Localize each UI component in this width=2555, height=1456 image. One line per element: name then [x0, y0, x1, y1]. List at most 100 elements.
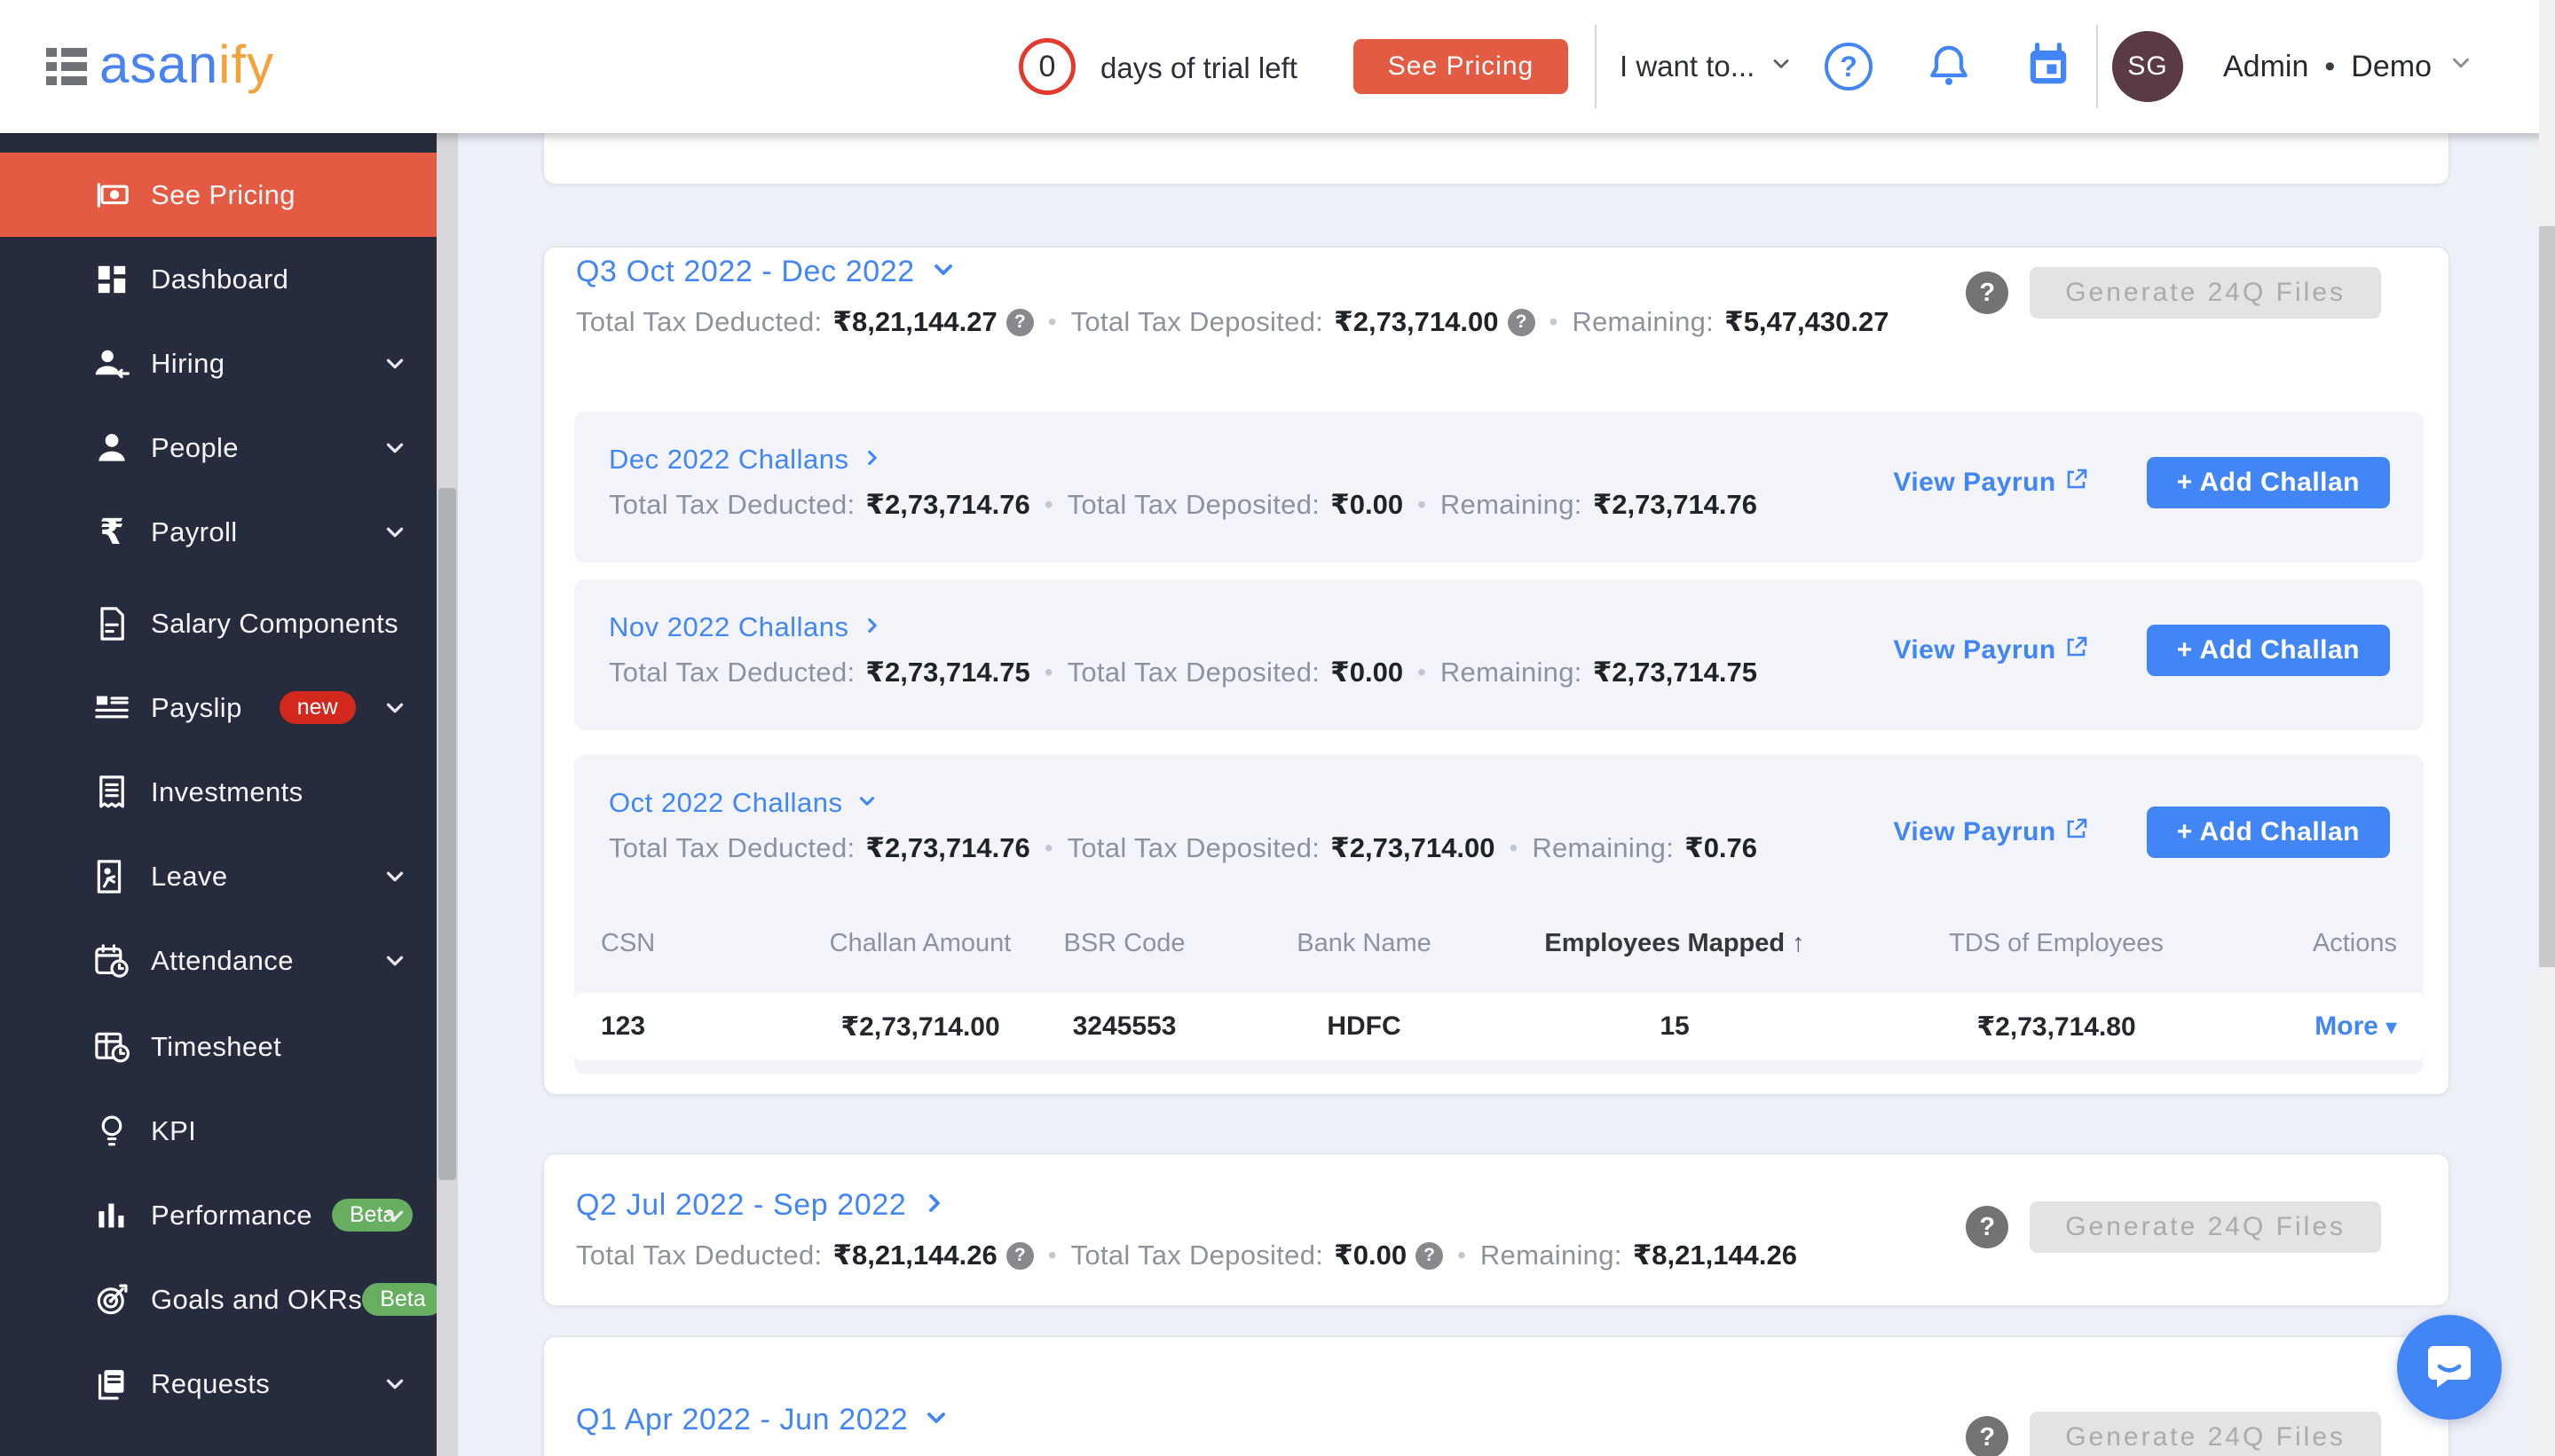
sidebar-item-salary-components[interactable]: Salary Components	[0, 581, 437, 665]
sidebar-item-people[interactable]: People	[0, 405, 437, 490]
see-pricing-button[interactable]: See Pricing	[1353, 39, 1568, 94]
help-icon[interactable]: ?	[1416, 1241, 1444, 1270]
external-link-icon	[2063, 815, 2090, 849]
generate-24q-button[interactable]: Generate 24Q Files	[2030, 267, 2381, 319]
quarter-toggle-q3[interactable]: Q3 Oct 2022 - Dec 2022	[576, 253, 1889, 290]
help-icon[interactable]: ?	[1507, 308, 1535, 336]
bullet-separator: •	[1044, 491, 1053, 518]
logo-text-blue: asan	[99, 35, 219, 94]
view-payrun-link[interactable]: View Payrun	[1893, 466, 2089, 500]
sidebar-item-label: Payslip	[151, 691, 242, 723]
sidebar-item-requests[interactable]: Requests	[0, 1342, 437, 1426]
sort-asc-icon[interactable]: ↑	[1792, 929, 1805, 957]
col-header-employees-mapped[interactable]: Employees Mapped ↑	[1524, 929, 1826, 958]
user-avatar[interactable]: SG	[2112, 31, 2183, 102]
month-title[interactable]: Nov 2022 Challans	[609, 611, 848, 643]
chevron-down-icon	[1769, 50, 1794, 83]
view-payrun-label: View Payrun	[1893, 468, 2056, 497]
quarter-title[interactable]: Q2 Jul 2022 - Sep 2022	[576, 1188, 906, 1223]
help-icon[interactable]: ?	[1966, 272, 2009, 314]
add-challan-button[interactable]: + Add Challan	[2146, 625, 2390, 676]
sidebar-item-timesheet[interactable]: Timesheet	[0, 1004, 437, 1089]
month-totals: Total Tax Deducted: ₹2,73,714.76 • Total…	[609, 488, 1757, 522]
month-title[interactable]: Dec 2022 Challans	[609, 444, 848, 476]
remaining-value: ₹8,21,144.26	[1632, 1240, 1798, 1271]
deposited-label: Total Tax Deposited:	[1067, 657, 1321, 688]
sidebar-item-label: See Pricing	[151, 178, 296, 210]
i-want-to-dropdown[interactable]: I want to...	[1620, 50, 1794, 83]
company-name: Demo	[2351, 50, 2432, 83]
deducted-label: Total Tax Deducted:	[576, 306, 823, 337]
notifications-bell-icon[interactable]	[1924, 41, 1974, 91]
help-icon[interactable]: ?	[1825, 43, 1873, 91]
sidebar-item-leave[interactable]: Leave	[0, 834, 437, 918]
leave-door-icon	[89, 856, 135, 897]
external-link-icon	[2063, 634, 2090, 667]
more-actions-button[interactable]: More ▾	[2287, 1011, 2424, 1042]
month-title[interactable]: Oct 2022 Challans	[609, 787, 843, 819]
calendar-icon[interactable]	[2023, 41, 2073, 91]
add-challan-button[interactable]: + Add Challan	[2146, 807, 2390, 858]
view-payrun-label: View Payrun	[1893, 817, 2056, 846]
month-toggle-oct-2022[interactable]: Oct 2022 Challans	[609, 787, 1757, 819]
main-content: Q3 Oct 2022 - Dec 2022 Total Tax Deducte…	[458, 0, 2555, 1456]
month-totals: Total Tax Deducted: ₹2,73,714.75 • Total…	[609, 656, 1757, 689]
sidebar-item-see-pricing[interactable]: See Pricing	[0, 153, 437, 237]
generate-24q-button[interactable]: Generate 24Q Files	[2030, 1412, 2381, 1456]
user-menu[interactable]: Admin • Demo	[2223, 50, 2474, 84]
menu-icon[interactable]	[46, 48, 87, 85]
bullet-separator: •	[1044, 658, 1053, 686]
sidebar-item-performance[interactable]: Performance Beta	[0, 1173, 437, 1257]
quarter-toggle-q1[interactable]: Q1 Apr 2022 - Jun 2022	[576, 1401, 950, 1438]
person-icon	[89, 428, 135, 468]
month-card-nov-2022: Nov 2022 Challans Total Tax Deducted: ₹2…	[574, 579, 2424, 730]
sidebar-item-dashboard[interactable]: Dashboard	[0, 237, 437, 321]
remaining-label: Remaining:	[1479, 1240, 1622, 1271]
lightbulb-icon	[89, 1111, 135, 1152]
quarter-title[interactable]: Q3 Oct 2022 - Dec 2022	[576, 255, 915, 289]
sidebar-item-hiring[interactable]: Hiring	[0, 321, 437, 405]
money-icon	[89, 175, 135, 216]
view-payrun-link[interactable]: View Payrun	[1893, 815, 2089, 849]
sidebar-item-payroll[interactable]: ₹ Payroll	[0, 490, 437, 574]
sidebar-item-investments[interactable]: Investments	[0, 750, 437, 834]
quarter-toggle-q2[interactable]: Q2 Jul 2022 - Sep 2022	[576, 1186, 1797, 1224]
help-icon[interactable]: ?	[1005, 308, 1034, 336]
month-toggle-nov-2022[interactable]: Nov 2022 Challans	[609, 611, 1757, 643]
help-icon[interactable]: ?	[1966, 1416, 2009, 1456]
month-toggle-dec-2022[interactable]: Dec 2022 Challans	[609, 444, 1757, 476]
sidebar-item-label: Payroll	[151, 516, 238, 547]
generate-24q-button[interactable]: Generate 24Q Files	[2030, 1201, 2381, 1253]
chevron-down-icon	[2448, 50, 2474, 84]
sidebar-item-payslip[interactable]: Payslip new	[0, 665, 437, 750]
challan-table-row: 123 ₹2,73,714.00 3245553 HDFC 15 ₹2,73,7…	[574, 993, 2424, 1060]
sidebar-scrollbar-thumb[interactable]	[438, 488, 456, 1180]
cell-tds: ₹2,73,714.80	[1976, 1011, 2136, 1042]
avatar-initials: SG	[2127, 51, 2168, 81]
sidebar-item-label: KPI	[151, 1114, 197, 1146]
deducted-label: Total Tax Deducted:	[609, 489, 856, 520]
sidebar-scrollbar[interactable]	[437, 133, 458, 1456]
help-icon[interactable]: ?	[1966, 1206, 2009, 1248]
bullet-separator: •	[1047, 1241, 1057, 1269]
view-payrun-link[interactable]: View Payrun	[1893, 634, 2089, 667]
sidebar-item-kpi[interactable]: KPI	[0, 1089, 437, 1173]
page-scrollbar-thumb[interactable]	[2539, 226, 2555, 967]
month-totals: Total Tax Deducted: ₹2,73,714.76 • Total…	[609, 831, 1757, 865]
deposited-value: ₹0.00	[1334, 1240, 1408, 1271]
sidebar-item-label: Investments	[151, 775, 304, 807]
add-challan-button[interactable]: + Add Challan	[2146, 457, 2390, 508]
chat-widget-button[interactable]	[2397, 1315, 2502, 1420]
deducted-value: ₹2,73,714.76	[865, 489, 1030, 520]
deposited-value: ₹2,73,714.00	[1330, 832, 1495, 863]
bar-chart-icon	[89, 1195, 135, 1236]
sidebar-item-goals-okrs[interactable]: Goals and OKRs Beta	[0, 1257, 444, 1342]
cell-csn: 123	[601, 1011, 646, 1041]
asanify-logo[interactable]: asanify	[99, 34, 274, 95]
trial-days-text: days of trial left	[1100, 51, 1297, 84]
sidebar-item-attendance[interactable]: Attendance	[0, 918, 437, 1003]
deducted-label: Total Tax Deducted:	[609, 657, 856, 688]
help-icon[interactable]: ?	[1005, 1241, 1034, 1270]
page-scrollbar[interactable]	[2539, 0, 2555, 1456]
quarter-title[interactable]: Q1 Apr 2022 - Jun 2022	[576, 1403, 908, 1437]
